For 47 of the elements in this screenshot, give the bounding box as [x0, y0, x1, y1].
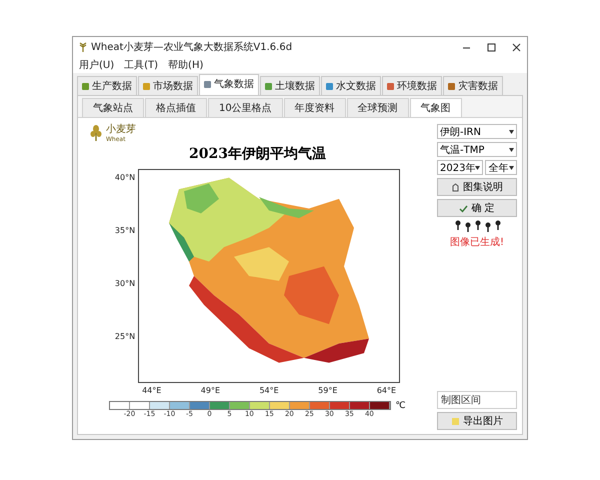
caret-icon [509, 148, 514, 152]
house-icon [451, 182, 460, 192]
caret-icon [509, 166, 514, 170]
tab[interactable]: 10公里格点 [208, 98, 283, 117]
caret-icon [475, 166, 480, 170]
year-dropdown[interactable]: 2023年 [437, 160, 484, 175]
close-icon[interactable] [512, 42, 521, 52]
people-icon [453, 220, 501, 232]
tab[interactable]: 环境数据 [382, 76, 442, 95]
tab[interactable]: 全球预测 [346, 98, 409, 117]
tab[interactable]: 土壤数据 [260, 76, 320, 95]
latitude-label: 25°N [114, 332, 136, 341]
tab[interactable]: 灾害数据 [443, 76, 503, 95]
export-button[interactable]: 导出图片 [437, 412, 517, 430]
logo-name: 小麦芽 [106, 122, 136, 136]
variable-dropdown[interactable]: 气温-TMP [437, 142, 517, 157]
longitude-label: 49°E [200, 386, 220, 395]
latitude-label: 35°N [114, 226, 136, 235]
unit-label: ℃ [395, 401, 406, 411]
caret-icon [509, 130, 514, 134]
atlas-button[interactable]: 图集说明 [437, 178, 517, 196]
confirm-button[interactable]: 确 定 [437, 199, 517, 217]
checkmark-icon [459, 204, 468, 212]
tab[interactable]: 气象数据 [199, 74, 259, 95]
longitude-label: 59°E [318, 386, 338, 395]
tab[interactable]: 生产数据 [77, 76, 137, 95]
country-dropdown[interactable]: 伊朗-IRN [437, 124, 517, 139]
map-title: 2023年伊朗平均气温 [188, 145, 327, 163]
range-field[interactable]: 制图区间 [437, 391, 517, 409]
longitude-label: 54°E [259, 386, 279, 395]
tab[interactable]: 年度资料 [284, 98, 346, 117]
tab[interactable]: 气象图 [410, 98, 462, 117]
status-message: 图像已生成! [448, 236, 505, 249]
tab[interactable]: 市场数据 [138, 76, 198, 95]
longitude-label: 64°E [376, 386, 396, 395]
maximize-icon[interactable] [487, 42, 496, 52]
latitude-label: 40°N [114, 173, 136, 182]
latitude-label: 30°N [114, 279, 136, 288]
longitude-label: 44°E [142, 386, 162, 395]
tab[interactable]: 格点插值 [145, 98, 207, 117]
menu-item[interactable]: 工具(T) [124, 58, 158, 72]
period-dropdown[interactable]: 全年 [485, 160, 517, 175]
menu-item[interactable]: 用户(U) [79, 58, 114, 72]
tab[interactable]: 气象站点 [82, 98, 144, 117]
menu-item[interactable]: 帮助(H) [168, 58, 204, 72]
tab[interactable]: 水文数据 [321, 76, 381, 95]
window-title: Wheat小麦芽—农业气象大数据系统V1.6.6d [91, 40, 292, 54]
